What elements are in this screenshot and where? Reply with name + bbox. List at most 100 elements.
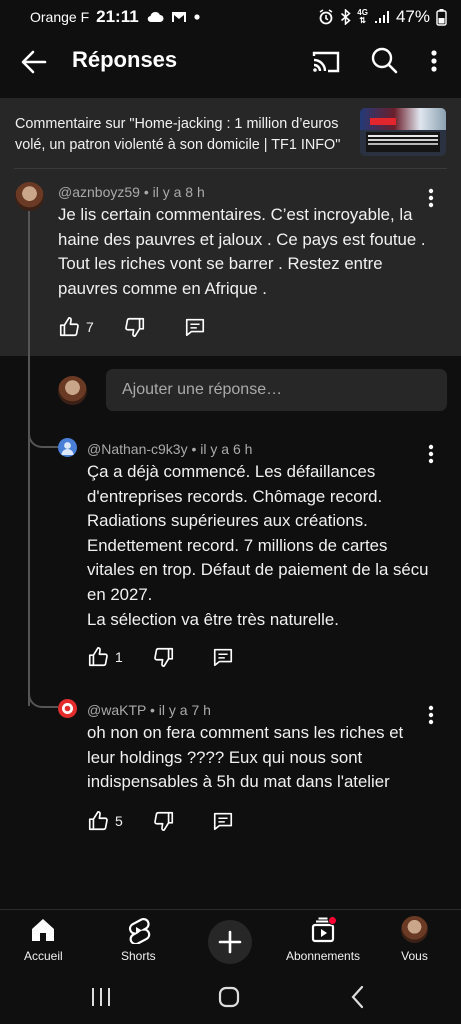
user-icon (61, 442, 74, 455)
comment-line: Ça a déjà commencé. Les défaillances (87, 462, 376, 481)
comment-line: d'entreprises records. Chômage record. (87, 486, 383, 506)
comment-author[interactable]: @aznboyz59 (58, 184, 140, 200)
arrow-left-icon (21, 50, 47, 74)
comment-icon (185, 318, 205, 337)
dislike-button[interactable] (153, 646, 175, 668)
bottom-nav: Accueil Shorts Abonnements Vous (0, 909, 461, 972)
reply-button[interactable] (212, 810, 234, 832)
create-button[interactable] (208, 920, 252, 964)
recents-icon (92, 988, 110, 1006)
shorts-icon (129, 917, 151, 944)
thread-line (28, 210, 30, 706)
battery-percent: 47% (395, 7, 430, 26)
notification-dot (328, 916, 337, 925)
like-count: 7 (86, 319, 94, 335)
signal-icon (374, 10, 390, 24)
thumb-up-icon (88, 647, 108, 667)
video-banner[interactable]: Commentaire sur "Home-jacking : 1 millio… (0, 98, 461, 168)
system-nav-bar (0, 972, 461, 1024)
plus-icon (218, 930, 242, 954)
comment-line: Radiations supérieures aux créations. (87, 511, 368, 531)
home-square-icon (218, 986, 240, 1008)
avatar[interactable] (58, 699, 77, 718)
comment-time: il y a 7 h (158, 702, 211, 718)
nav-home-label: Accueil (24, 949, 63, 963)
comment-meta: @Nathan-c9k3y • il y a 6 h (87, 441, 253, 457)
gmail-icon (171, 11, 187, 23)
thumb-down-icon (125, 317, 145, 337)
more-vert-icon (431, 50, 437, 72)
thumb-up-icon (59, 317, 79, 337)
comment-line: Endettement record. 7 millions de cartes (87, 535, 388, 555)
nav-home[interactable]: Accueil (24, 916, 63, 963)
thumbnail-caption (368, 135, 438, 137)
comment-icon (213, 648, 233, 667)
dislike-button[interactable] (124, 316, 146, 338)
reply-button[interactable] (212, 646, 234, 668)
more-options-button[interactable] (424, 46, 444, 76)
comment-line: en 2027. (87, 584, 153, 604)
divider (14, 168, 447, 169)
recent-apps-button[interactable] (88, 984, 114, 1010)
app-header: Réponses (0, 34, 461, 90)
reply-button[interactable] (184, 316, 206, 338)
alarm-icon (318, 9, 334, 25)
comment-meta: @waKTP • il y a 7 h (87, 702, 211, 718)
dot-icon (194, 14, 200, 20)
search-button[interactable] (370, 46, 398, 74)
home-icon (32, 919, 55, 941)
thumb-up-icon (88, 811, 108, 831)
comment-text: Je lis certain commentaires. C’est incro… (58, 205, 426, 298)
carrier-label: Orange F (30, 9, 90, 25)
nav-shorts-label: Shorts (121, 949, 156, 963)
avatar (401, 916, 428, 943)
comment-time: il y a 6 h (200, 441, 253, 457)
comment-line: indispensables à 5h du mat dans l'atelie… (87, 772, 390, 792)
clock: 21:11 (96, 7, 139, 26)
cast-button[interactable] (311, 47, 341, 77)
reply-input[interactable]: Ajouter une réponse… (106, 369, 447, 411)
thread-branch (28, 420, 58, 448)
cast-icon (312, 51, 340, 73)
like-count: 5 (115, 813, 123, 829)
battery-icon (436, 8, 447, 26)
back-system-button[interactable] (345, 984, 371, 1010)
chevron-left-icon (351, 985, 364, 1009)
comment-time: il y a 8 h (152, 184, 205, 200)
home-system-button[interactable] (216, 984, 242, 1010)
thumb-down-icon (154, 811, 174, 831)
avatar[interactable] (58, 376, 87, 405)
comment-line: leur holdings ???? Eux qui nous sont (87, 747, 363, 767)
thumbnail-badge (370, 118, 396, 125)
nav-subscriptions[interactable]: Abonnements (286, 916, 360, 963)
nav-you[interactable]: Vous (401, 916, 428, 963)
like-button[interactable]: 5 (87, 810, 123, 832)
video-title: Commentaire sur "Home-jacking : 1 millio… (15, 116, 341, 153)
status-bar: Orange F 21:11 4G ⇅ 47% (0, 0, 461, 34)
nav-you-label: Vous (401, 949, 428, 963)
like-button[interactable]: 7 (58, 316, 94, 338)
network-type: 4G ⇅ (357, 8, 368, 25)
comment-text: Ça a déjà commencé. Les défaillances d'e… (87, 460, 452, 632)
page-title: Réponses (72, 47, 178, 72)
cloud-icon (146, 11, 164, 23)
comment-author[interactable]: @Nathan-c9k3y (87, 441, 188, 457)
comment-author[interactable]: @waKTP (87, 702, 146, 718)
thumb-down-icon (154, 647, 174, 667)
comment-icon (213, 812, 233, 831)
comment-line: La sélection va être très naturelle. (87, 609, 339, 629)
thread-branch (28, 680, 58, 708)
nav-subscriptions-label: Abonnements (286, 949, 361, 963)
back-button[interactable] (20, 48, 48, 76)
search-icon (371, 47, 398, 74)
like-count: 1 (115, 649, 123, 665)
avatar[interactable] (58, 438, 77, 457)
dislike-button[interactable] (153, 810, 175, 832)
nav-shorts[interactable]: Shorts (121, 916, 156, 963)
logo-icon (62, 703, 73, 714)
avatar[interactable] (15, 182, 44, 211)
comment-line: vitales en trop. Défaut de paiement de l… (87, 560, 429, 580)
comment-meta: @aznboyz59 • il y a 8 h (58, 184, 205, 200)
video-thumbnail[interactable] (360, 108, 446, 156)
like-button[interactable]: 1 (87, 646, 123, 668)
